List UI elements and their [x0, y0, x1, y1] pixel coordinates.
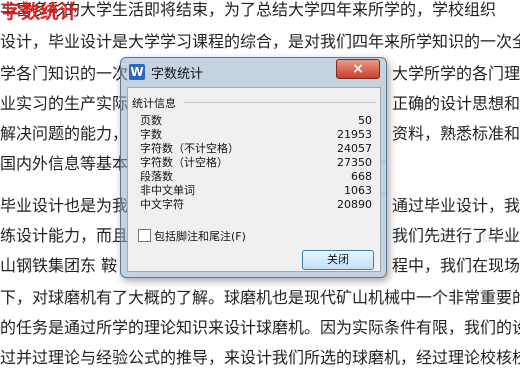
doc-line-9: 山钢铁集团东 鞍: [0, 256, 118, 275]
stat-row-paragraphs: 段落数 668: [140, 170, 372, 183]
stat-value: 27350: [337, 156, 372, 169]
doc-line-10: 下，对球磨机有了大概的了解。球磨机也是现代矿山机械中一个非常重要的: [0, 288, 520, 307]
include-footnotes-checkbox[interactable]: [138, 229, 151, 242]
doc-fragment-4: 通过毕业设计，我: [392, 196, 520, 215]
stat-value: 668: [351, 170, 372, 183]
stat-value: 20890: [337, 198, 372, 211]
doc-line-11: 的任务是通过所学的理论知识来设计球磨机。因为实际条件有限，我们的设: [0, 318, 520, 337]
word-count-dialog: W 字数统计 × 统计信息 页数 50 字数 21953 字符数（不计空格） 2…: [120, 57, 387, 278]
doc-line-6: 国内外信息等基本: [0, 154, 129, 173]
close-icon[interactable]: ×: [336, 59, 380, 79]
doc-line-12: 过并过理论与经验公式的推导，来设计我们所选的球磨机，经过理论校核校验: [0, 348, 520, 367]
stat-label: 字符数（不计空格）: [140, 142, 239, 155]
stat-value: 50: [358, 114, 372, 127]
stat-label: 段落数: [140, 170, 173, 183]
doc-line-3: 学各门知识的一次: [0, 64, 129, 83]
include-footnotes-label[interactable]: 包括脚注和尾注(F): [154, 228, 246, 244]
stat-label: 非中文单词: [140, 184, 195, 197]
doc-fragment-3: 资料，熟悉标准和: [392, 124, 520, 143]
stat-label: 页数: [140, 114, 162, 127]
stat-value: 21953: [337, 128, 372, 141]
dialog-title: 字数统计: [151, 67, 204, 82]
doc-line-8: 练设计能力，而且: [0, 226, 129, 245]
doc-line-2: 设计，毕业设计是大学学习课程的综合，是对我们四年来所学知识的一次全面: [0, 32, 520, 51]
stats-group-label: 统计信息: [132, 97, 176, 110]
stat-row-words: 字数 21953: [140, 128, 372, 141]
stat-label: 字数: [140, 128, 162, 141]
doc-line-5: 解决问题的能力，: [0, 124, 129, 143]
dialog-content: 统计信息 页数 50 字数 21953 字符数（不计空格） 24057 字符数（…: [127, 87, 381, 272]
wps-app-icon: W: [129, 64, 145, 80]
dialog-titlebar[interactable]: W 字数统计 ×: [121, 58, 386, 86]
doc-line-4: 业实习的生产实际: [0, 94, 129, 113]
group-divider: [184, 102, 376, 103]
stat-row-pages: 页数 50: [140, 114, 372, 127]
stat-row-non-chinese-words: 非中文单词 1063: [140, 184, 372, 197]
document-title: 字数统计: [2, 1, 79, 23]
doc-fragment-1: 大学所学的各门理: [392, 64, 520, 83]
stat-value: 1063: [344, 184, 372, 197]
doc-line-7: 毕业设计也是为我: [0, 196, 129, 215]
stat-label: 中文字符: [140, 198, 184, 211]
doc-fragment-2: 正确的设计思想和: [392, 94, 520, 113]
stat-row-chars-with-spaces: 字符数（计空格） 27350: [140, 156, 372, 169]
stat-value: 24057: [337, 142, 372, 155]
stat-label: 字符数（计空格）: [140, 156, 228, 169]
stat-row-chinese-chars: 中文字符 20890: [140, 198, 372, 211]
stat-row-chars-no-spaces: 字符数（不计空格） 24057: [140, 142, 372, 155]
close-button[interactable]: 关闭: [302, 250, 374, 270]
